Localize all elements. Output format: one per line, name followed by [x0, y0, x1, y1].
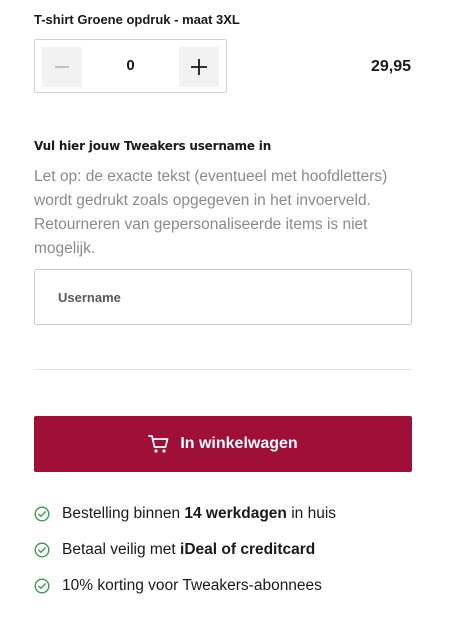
plus-icon	[190, 58, 208, 76]
usp-list: Bestelling binnen 14 werkdagen in huis B…	[34, 503, 336, 611]
check-circle-icon	[34, 542, 50, 558]
check-circle-icon	[34, 578, 50, 594]
username-field-label: Vul hier jouw Tweakers username in	[34, 139, 272, 153]
personalization-notice: Let op: de exacte tekst (eventueel met h…	[34, 168, 388, 257]
quantity-value[interactable]: 0	[85, 40, 176, 92]
check-circle-icon	[34, 506, 50, 522]
usp-item: Bestelling binnen 14 werkdagen in huis	[34, 503, 336, 525]
shopping-cart-icon	[148, 434, 170, 454]
usp-text: Bestelling binnen	[62, 505, 185, 522]
usp-item: Betaal veilig met iDeal of creditcard	[34, 539, 336, 561]
usp-text: Betaal veilig met	[62, 541, 181, 558]
divider	[34, 369, 412, 370]
usp-highlight: 14 werkdagen	[184, 505, 287, 522]
usp-highlight: iDeal of creditcard	[180, 541, 316, 558]
usp-text: in huis	[286, 505, 337, 522]
quantity-stepper: 0	[34, 39, 227, 93]
minus-icon	[54, 59, 70, 75]
usp-text: 10% korting voor Tweakers-abonnees	[62, 577, 322, 594]
usp-item: 10% korting voor Tweakers-abonnees	[34, 575, 336, 597]
username-input[interactable]	[34, 269, 412, 325]
product-title: T-shirt Groene opdruk - maat 3XL	[34, 12, 240, 27]
add-to-cart-button[interactable]: In winkelwagen	[34, 416, 412, 472]
increase-quantity-button[interactable]	[179, 47, 219, 87]
product-price: 29,95	[370, 58, 411, 75]
decrease-quantity-button[interactable]	[42, 47, 82, 87]
add-to-cart-label: In winkelwagen	[180, 435, 298, 452]
